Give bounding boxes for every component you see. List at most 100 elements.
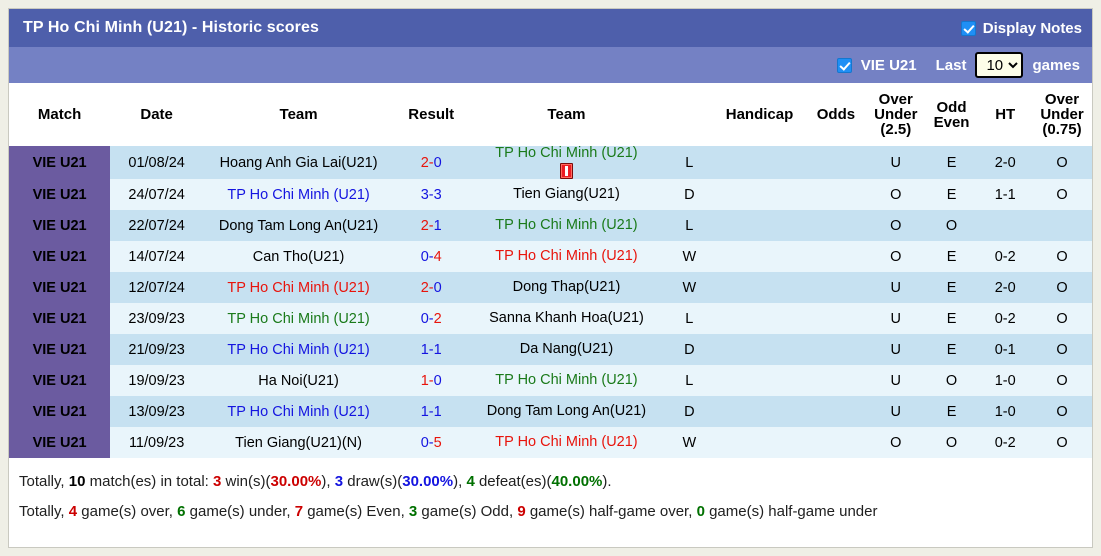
score-home: 0 (420, 248, 429, 265)
col-header-handicap: Handicap (714, 83, 805, 146)
cell-ht-score: 1-0 (978, 396, 1033, 427)
score-home: 1 (420, 341, 429, 358)
table-row[interactable]: VIE U21 22/07/24 Dong Tam Long An(U21) 2-1 T… (9, 210, 1092, 241)
sum-over: 4 (68, 503, 78, 520)
league-filter-checkbox[interactable] (836, 57, 852, 73)
cell-away-team[interactable]: Dong Thap(U21) (468, 272, 665, 303)
away-team-name: Da Nang(U21) (519, 341, 614, 357)
cell-ht-score: 0-2 (978, 241, 1033, 272)
home-team-name: Can Tho(U21) (252, 248, 345, 265)
away-team-name: TP Ho Chi Minh (U21) (495, 248, 638, 264)
page-title: TP Ho Chi Minh (U21) - Historic scores (23, 19, 319, 36)
cell-result-wl: W (664, 272, 715, 303)
table-row[interactable]: VIE U21 24/07/24 TP Ho Chi Minh (U21) 3-3 Ti… (9, 179, 1092, 210)
cell-away-team[interactable]: TP Ho Chi Minh (U21) (468, 210, 665, 241)
cell-away-team[interactable]: TP Ho Chi Minh (U21) (468, 241, 665, 272)
cell-away-team[interactable]: TP Ho Chi Minh (U21) (468, 427, 665, 458)
away-team-name: Dong Tam Long An(U21) (486, 403, 647, 419)
cell-score: 2-0 (394, 146, 469, 179)
col-header-winloss (664, 83, 715, 146)
cell-score: 2-0 (394, 272, 469, 303)
cell-home-team[interactable]: TP Ho Chi Minh (U21) (203, 272, 395, 303)
table-row[interactable]: VIE U21 19/09/23 Ha Noi(U21) 1-0 TP Ho Chi M… (9, 365, 1092, 396)
games-count-select[interactable]: 10 (975, 52, 1024, 78)
away-team-wrap: Sanna Khanh Hoa(U21) (468, 303, 664, 334)
cell-ht-score: 0-1 (978, 334, 1033, 365)
display-notes-checkbox[interactable] (960, 20, 976, 36)
cell-home-team[interactable]: TP Ho Chi Minh (U21) (203, 334, 395, 365)
score-away: 3 (433, 186, 442, 203)
cell-away-team[interactable]: Sanna Khanh Hoa(U21) (468, 303, 665, 334)
table-row[interactable]: VIE U21 13/09/23 TP Ho Chi Minh (U21) 1-1 Do… (9, 396, 1092, 427)
table-row[interactable]: VIE U21 14/07/24 Can Tho(U21) 0-4 TP Ho Chi … (9, 241, 1092, 272)
historic-scores-panel: TP Ho Chi Minh (U21) - Historic scores D… (8, 8, 1093, 548)
cell-home-team[interactable]: TP Ho Chi Minh (U21) (203, 396, 395, 427)
cell-over-under-25: U (866, 146, 925, 179)
cell-home-team[interactable]: Tien Giang(U21)(N) (203, 427, 395, 458)
cell-score: 0-2 (394, 303, 469, 334)
cell-result-wl: D (664, 179, 715, 210)
cell-handicap (714, 241, 805, 272)
sum-t3: win(s)( (221, 473, 271, 490)
table-row[interactable]: VIE U21 11/09/23 Tien Giang(U21)(N) 0-5 TP H… (9, 427, 1092, 458)
cell-league: VIE U21 (9, 334, 111, 365)
away-team-name: Tien Giang(U21) (513, 186, 620, 202)
sum-draw-pct: 30.00% (402, 473, 454, 490)
sum-half-over: 9 (517, 503, 526, 520)
away-team-wrap: TP Ho Chi Minh (U21) (468, 241, 664, 272)
sum-total-matches: 10 (68, 473, 86, 490)
cell-score: 0-4 (394, 241, 469, 272)
sum-win-pct: 30.00% (270, 473, 322, 490)
cell-handicap (714, 334, 805, 365)
cell-score: 2-1 (394, 210, 469, 241)
cell-home-team[interactable]: Ha Noi(U21) (203, 365, 395, 396)
score-away: 2 (433, 310, 442, 327)
home-team-name: TP Ho Chi Minh (U21) (227, 341, 370, 358)
games-label: games (1032, 56, 1080, 74)
cell-away-team[interactable]: Da Nang(U21) (468, 334, 665, 365)
cell-home-team[interactable]: Hoang Anh Gia Lai(U21) (203, 146, 395, 179)
score-home: 0 (420, 434, 429, 451)
cell-result-wl: W (664, 427, 715, 458)
cell-score: 1-1 (394, 334, 469, 365)
cell-score: 1-0 (394, 365, 469, 396)
cell-over-under-075: O (1032, 396, 1092, 427)
cell-league: VIE U21 (9, 179, 111, 210)
cell-result-wl: L (664, 303, 715, 334)
last-label: Last (935, 56, 967, 74)
cell-date: 21/09/23 (110, 334, 204, 365)
cell-away-team[interactable]: TP Ho Chi Minh (U21) (468, 365, 665, 396)
away-team-name: TP Ho Chi Minh (U21) (495, 145, 638, 161)
cell-league: VIE U21 (9, 272, 111, 303)
cell-home-team[interactable]: Dong Tam Long An(U21) (203, 210, 395, 241)
table-row[interactable]: VIE U21 23/09/23 TP Ho Chi Minh (U21) 0-2 Sa… (9, 303, 1092, 334)
cell-odds (804, 146, 867, 179)
col-header-odds: Odds (804, 83, 867, 146)
cell-home-team[interactable]: TP Ho Chi Minh (U21) (203, 179, 395, 210)
sum-defeats: 4 (466, 473, 475, 490)
cell-odd-even: O (924, 210, 979, 241)
cell-away-team[interactable]: TP Ho Chi Minh (U21) (468, 145, 665, 179)
ou25-line3: (2.5) (880, 121, 912, 138)
cell-away-team[interactable]: Dong Tam Long An(U21) (468, 396, 665, 427)
score-away: 1 (433, 341, 442, 358)
score-home: 0 (420, 310, 429, 327)
score-home: 1 (420, 403, 429, 420)
filter-bar: VIE U21 Last 10 games (9, 47, 1092, 83)
cell-odds (804, 303, 867, 334)
table-row[interactable]: VIE U21 01/08/24 Hoang Anh Gia Lai(U21) 2-0… (9, 146, 1092, 179)
table-row[interactable]: VIE U21 12/07/24 TP Ho Chi Minh (U21) 2-0 Do… (9, 272, 1092, 303)
cell-home-team[interactable]: TP Ho Chi Minh (U21) (203, 303, 395, 334)
display-notes-group[interactable]: Display Notes (960, 20, 1082, 37)
table-row[interactable]: VIE U21 21/09/23 TP Ho Chi Minh (U21) 1-1 Da… (9, 334, 1092, 365)
cell-result-wl: W (664, 241, 715, 272)
cell-odds (804, 179, 867, 210)
cell-over-under-25: O (866, 179, 925, 210)
away-team-wrap: TP Ho Chi Minh (U21) (468, 365, 664, 396)
cell-home-team[interactable]: Can Tho(U21) (203, 241, 395, 272)
match-note-row (468, 162, 664, 179)
cell-over-under-25: U (866, 365, 925, 396)
cell-result-wl: D (664, 334, 715, 365)
cell-away-team[interactable]: Tien Giang(U21) (468, 179, 665, 210)
cell-odds (804, 210, 867, 241)
